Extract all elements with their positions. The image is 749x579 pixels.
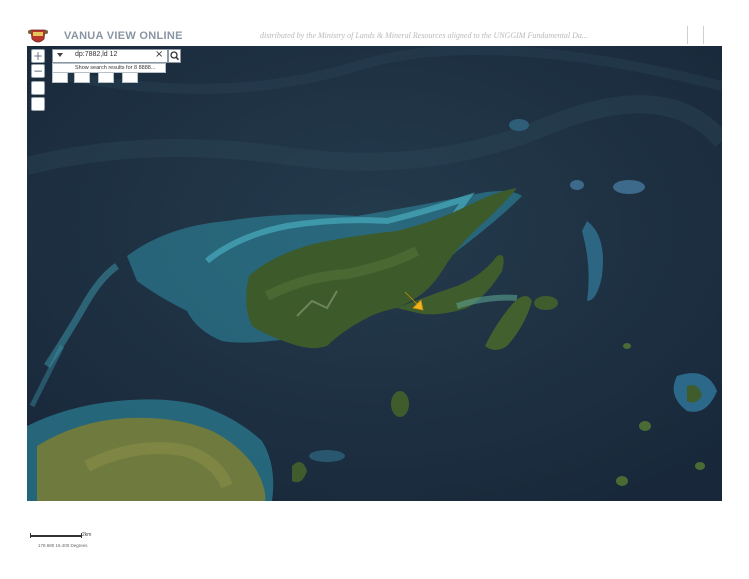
app-subtitle: distributed by the Ministry of Lands & M…: [260, 31, 588, 40]
header-divider: [703, 26, 704, 44]
result-tab[interactable]: [52, 73, 68, 83]
result-tab[interactable]: [98, 73, 114, 83]
search-icon: [170, 51, 180, 61]
zoom-out-button[interactable]: −: [31, 64, 45, 78]
coat-of-arms-icon: [28, 29, 48, 43]
satellite-map[interactable]: + − dp:7882,ld 12 × Show search results …: [27, 46, 722, 501]
island-small: [613, 180, 645, 194]
header-divider: [687, 26, 688, 44]
result-tab[interactable]: [74, 73, 90, 83]
island-small: [391, 391, 409, 417]
home-button[interactable]: [31, 81, 45, 95]
close-icon[interactable]: ×: [155, 49, 163, 60]
search-value: dp:7882,ld 12: [75, 51, 118, 58]
coordinate-readout: 178.680 16.400 Degrees: [38, 543, 88, 548]
chevron-down-icon[interactable]: [57, 53, 63, 57]
app-header: VANUA VIEW ONLINE distributed by the Min…: [0, 0, 749, 46]
search-input[interactable]: dp:7882,ld 12 ×: [52, 49, 168, 63]
zoom-in-button[interactable]: +: [31, 49, 45, 63]
search-button[interactable]: [168, 49, 181, 63]
locate-button[interactable]: [31, 97, 45, 111]
map-imagery: [27, 46, 722, 501]
result-tab[interactable]: [122, 73, 138, 83]
search-results-hint[interactable]: Show search results for 8 8888...: [52, 63, 166, 73]
app-title: VANUA VIEW ONLINE: [64, 30, 183, 42]
scale-label: 2km: [82, 532, 92, 538]
